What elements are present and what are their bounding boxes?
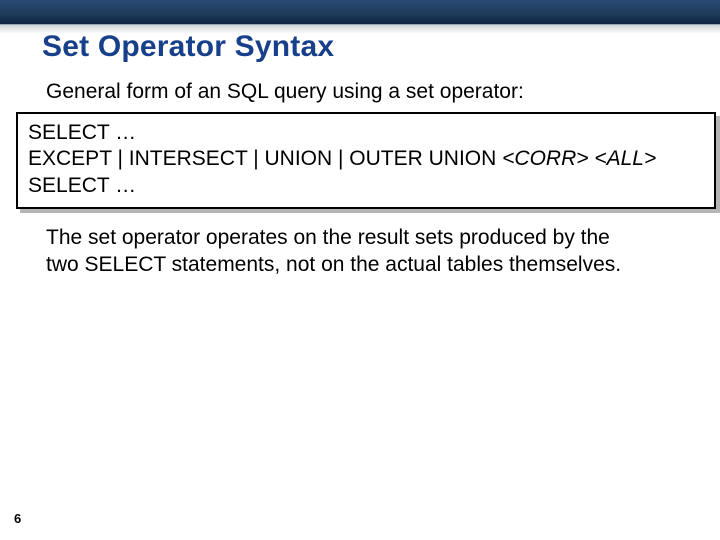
slide-title: Set Operator Syntax xyxy=(42,30,334,64)
code-line-3: SELECT … xyxy=(28,173,704,199)
body-paragraph: The set operator operates on the result … xyxy=(46,225,626,279)
code-line-1: SELECT … xyxy=(28,120,704,146)
code-line-2: EXCEPT | INTERSECT | UNION | OUTER UNION… xyxy=(28,146,704,172)
header-banner xyxy=(0,0,720,25)
slide-subtitle: General form of an SQL query using a set… xyxy=(46,80,524,104)
code-line-2-plain: EXCEPT | INTERSECT | UNION | OUTER UNION xyxy=(28,147,502,170)
code-line-2-italic: <CORR> <ALL> xyxy=(502,147,656,170)
syntax-box: SELECT … EXCEPT | INTERSECT | UNION | OU… xyxy=(16,112,716,209)
page-number: 6 xyxy=(14,511,21,526)
